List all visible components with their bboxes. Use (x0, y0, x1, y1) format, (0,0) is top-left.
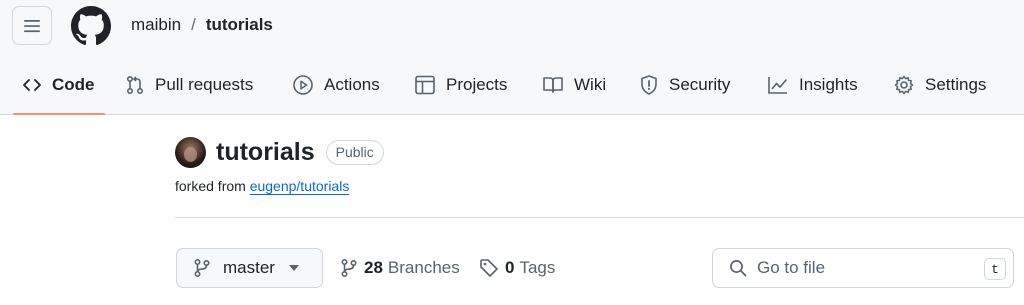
tab-settings-label: Settings (925, 75, 987, 94)
tab-actions[interactable]: Actions (292, 55, 380, 115)
tab-code-label: Code (52, 75, 95, 94)
tab-insights-label: Insights (799, 75, 858, 94)
hamburger-icon (24, 19, 40, 32)
go-to-file-search[interactable]: t (712, 248, 1014, 288)
selected-tab-indicator (13, 113, 105, 115)
tab-insights[interactable]: Insights (767, 55, 858, 115)
open-global-nav-button[interactable] (12, 6, 52, 45)
search-icon (730, 260, 747, 277)
play-icon (293, 75, 313, 95)
tag-icon (480, 259, 498, 277)
repo-nav: Code Pull requests Actions Projects Wiki… (0, 55, 1024, 115)
tab-projects[interactable]: Projects (414, 55, 507, 115)
table-icon (415, 75, 435, 95)
tags-label: Tags (519, 258, 556, 277)
repo-header: tutorials Public (175, 137, 384, 168)
branches-count: 28 (364, 258, 383, 277)
tab-settings[interactable]: Settings (893, 55, 986, 115)
tab-wiki[interactable]: Wiki (542, 55, 606, 115)
tab-projects-label: Projects (446, 75, 508, 94)
branch-select-button[interactable]: master (176, 248, 323, 288)
book-icon (543, 77, 563, 93)
breadcrumb-separator: / (191, 15, 196, 34)
tags-count: 0 (505, 258, 515, 277)
repo-title[interactable]: tutorials (216, 138, 315, 167)
gear-icon (894, 75, 914, 95)
graph-icon (768, 77, 788, 94)
tab-pull-requests[interactable]: Pull requests (125, 55, 253, 115)
tab-pull-requests-label: Pull requests (155, 75, 254, 94)
tab-wiki-label: Wiki (574, 75, 607, 94)
shield-icon (641, 75, 657, 95)
keyboard-shortcut-hint: t (984, 258, 1006, 280)
avatar[interactable] (175, 137, 206, 168)
tab-security[interactable]: Security (639, 55, 730, 115)
tags-link[interactable]: 0 Tags (479, 248, 555, 288)
header-divider (175, 217, 1024, 218)
branches-link[interactable]: 28 Branches (340, 248, 460, 288)
forked-from-line: forked from eugenp/tutorials (175, 178, 350, 195)
go-to-file-input[interactable] (757, 258, 967, 278)
top-bar: maibin / tutorials (0, 0, 1024, 55)
tab-actions-label: Actions (324, 75, 380, 94)
branch-icon (341, 258, 357, 278)
branch-name: master (223, 258, 275, 277)
visibility-badge: Public (325, 140, 384, 165)
tab-code[interactable]: Code (22, 55, 95, 115)
caret-down-icon (288, 265, 299, 271)
breadcrumb: maibin / tutorials (131, 15, 273, 35)
owner-link[interactable]: maibin (131, 15, 181, 35)
forked-from-prefix: forked from (175, 178, 246, 194)
tab-security-label: Security (669, 75, 731, 94)
forked-from-link[interactable]: eugenp/tutorials (249, 178, 350, 195)
code-icon (23, 79, 41, 91)
github-logo-icon[interactable] (71, 6, 111, 46)
pull-request-icon (126, 75, 144, 95)
repo-link[interactable]: tutorials (206, 15, 273, 35)
branches-label: Branches (387, 258, 460, 277)
branch-icon (194, 258, 210, 278)
